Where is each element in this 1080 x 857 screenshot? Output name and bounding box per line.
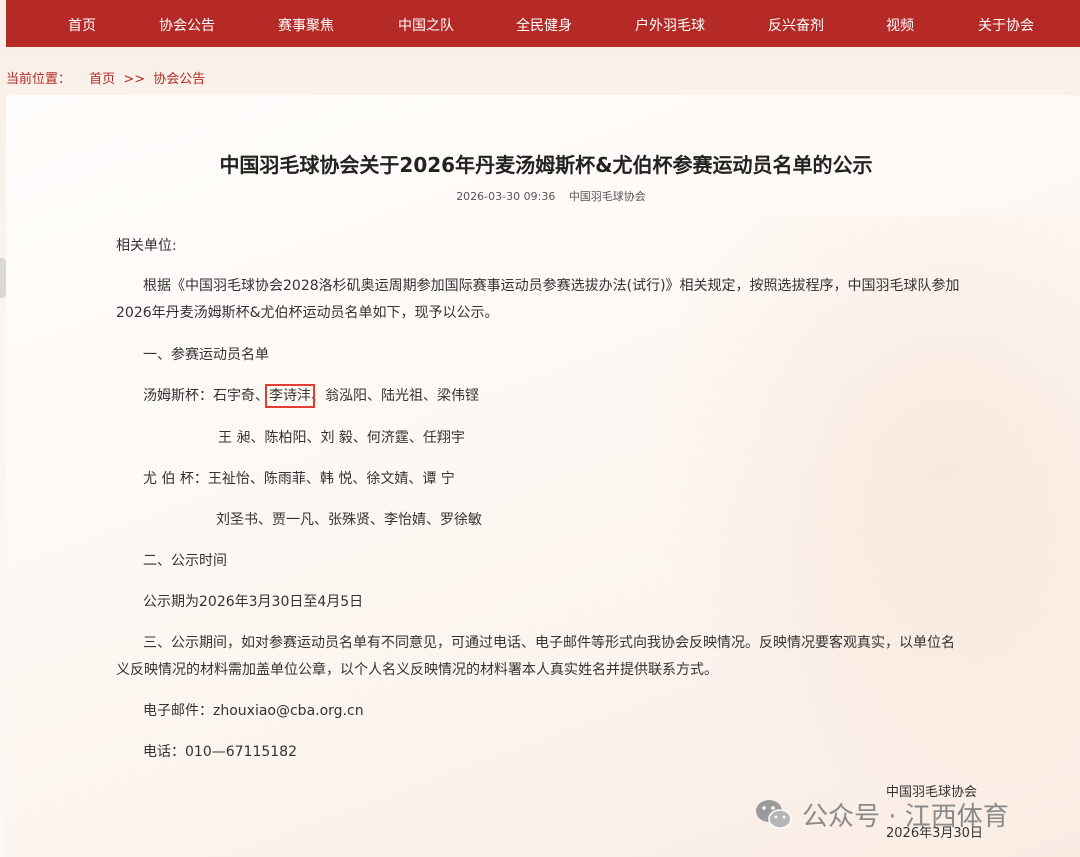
breadcrumb-label: 当前位置：	[6, 72, 72, 87]
section-1-heading: 一、参赛运动员名单	[143, 347, 269, 363]
breadcrumb-home-link[interactable]: 首页	[89, 72, 115, 87]
top-nav: 首页 协会公告 赛事聚焦 中国之队 全民健身 户外羽毛球 反兴奋剂 视频 关于协…	[6, 0, 1080, 47]
nav-item-home[interactable]: 首页	[68, 15, 96, 35]
nav-item-anti-doping[interactable]: 反兴奋剂	[768, 15, 824, 35]
uber-players-a: 王祉怡、陈雨菲、韩 悦、徐文婧、谭 宁	[207, 471, 455, 487]
highlighted-player: 李诗沣	[265, 384, 315, 408]
breadcrumb-separator: >>	[123, 72, 146, 87]
section-3-line-1: 三、公示期间，如对参赛运动员名单有不同意见，可通过电话、电子邮件等形式向我协会反…	[143, 635, 955, 651]
nav-item-announcements[interactable]: 协会公告	[159, 15, 215, 35]
contact-email: 电子邮件：zhouxiao@cba.org.cn	[143, 703, 364, 719]
breadcrumb: 当前位置： 首页 >> 协会公告	[6, 68, 205, 87]
nav-item-about[interactable]: 关于协会	[978, 15, 1034, 35]
nav-item-team-china[interactable]: 中国之队	[398, 15, 454, 35]
uber-cup-line-1: 尤 伯 杯：王祉怡、陈雨菲、韩 悦、徐文婧、谭 宁	[143, 469, 455, 489]
side-scroll-handle[interactable]	[0, 258, 6, 298]
intro-line-2: 2026年丹麦汤姆斯杯&尤伯杯运动员名单如下，现予以公示。	[116, 305, 499, 321]
article-source: 中国羽毛球协会	[568, 190, 646, 203]
thomas-cup-line-1: 汤姆斯杯：石宇奇、李诗沣、翁泓阳、陆光祖、梁伟铿	[143, 384, 479, 408]
nav-item-events[interactable]: 赛事聚焦	[278, 15, 334, 35]
background-decoration	[620, 215, 1080, 835]
nav-item-fitness[interactable]: 全民健身	[516, 15, 572, 35]
intro-line-1: 根据《中国羽毛球协会2028洛杉矶奥运周期参加国际赛事运动员参赛选拔办法(试行)…	[143, 278, 960, 294]
thomas-players-b: 、翁泓阳、陆光祖、梁伟铿	[311, 388, 479, 404]
article-meta: 2026-03-30 09:36 中国羽毛球协会	[0, 188, 1080, 204]
watermark-text: 公众号 · 江西体育	[802, 802, 1009, 832]
thomas-players-a: 石宇奇、	[213, 388, 269, 404]
greeting: 相关单位:	[116, 238, 177, 254]
nav-item-video[interactable]: 视频	[886, 15, 914, 35]
thomas-cup-line-2: 王 昶、陈柏阳、刘 毅、何济霆、任翔宇	[218, 430, 465, 446]
section-3-line-2: 义反映情况的材料需加盖单位公章，以个人名义反映情况的材料署本人真实姓名并提供联系…	[116, 662, 718, 678]
watermark: 公众号 · 江西体育	[754, 796, 1009, 833]
uber-cup-line-2: 刘圣书、贾一凡、张殊贤、李怡婧、罗徐敏	[216, 512, 482, 528]
wechat-icon	[754, 797, 794, 833]
section-2-heading: 二、公示时间	[143, 553, 227, 569]
contact-phone: 电话：010—67115182	[143, 744, 297, 760]
thomas-cup-label: 汤姆斯杯：	[143, 388, 213, 404]
uber-cup-label: 尤 伯 杯：	[143, 471, 208, 487]
article-title: 中国羽毛球协会关于2026年丹麦汤姆斯杯&尤伯杯参赛运动员名单的公示	[219, 153, 873, 177]
article-date: 2026-03-30 09:36	[456, 190, 556, 203]
nav-item-outdoor-badminton[interactable]: 户外羽毛球	[635, 15, 705, 35]
publicity-period: 公示期为2026年3月30日至4月5日	[143, 594, 364, 610]
breadcrumb-current-link[interactable]: 协会公告	[153, 72, 205, 87]
page: 首页 协会公告 赛事聚焦 中国之队 全民健身 户外羽毛球 反兴奋剂 视频 关于协…	[0, 0, 1080, 857]
